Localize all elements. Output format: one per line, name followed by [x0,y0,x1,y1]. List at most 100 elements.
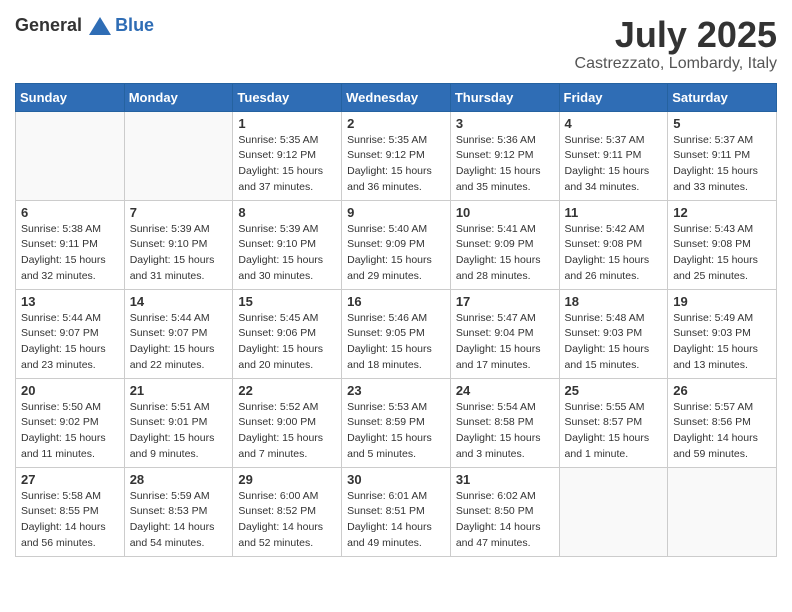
daylight-text: Daylight: 15 hours and 20 minutes. [238,343,323,371]
day-info: Sunrise: 5:57 AM Sunset: 8:56 PM Daylight:… [673,400,771,463]
sunrise-text: Sunrise: 5:43 AM [673,223,753,235]
day-info: Sunrise: 5:39 AMSunset: 9:10 PMDaylight:… [130,222,228,285]
sunset-text: Sunset: 9:06 PM [238,327,316,339]
sunrise-text: Sunrise: 6:01 AM [347,490,427,502]
table-cell: 13Sunrise: 5:44 AMSunset: 9:07 PMDayligh… [16,289,125,378]
daylight-text: Daylight: 14 hours and 56 minutes. [21,521,106,549]
day-number: 21 [130,383,228,398]
day-info: Sunrise: 5:46 AM Sunset: 9:05 PM Daylight:… [347,311,445,374]
sunset-text: Sunset: 9:11 PM [21,238,98,250]
sunrise-text: Sunrise: 5:49 AM [673,312,753,324]
sunset-text: Sunset: 9:07 PM [130,327,208,339]
sunrise-text: Sunrise: 6:00 AM [238,490,318,502]
sunset-text: Sunset: 9:12 PM [238,149,316,161]
sunrise-text: Sunrise: 5:46 AM [347,312,427,324]
logo-general: General [15,15,113,36]
table-cell: 2Sunrise: 5:35 AMSunset: 9:12 PMDaylight… [342,111,451,200]
sunset-text: Sunset: 9:05 PM [347,327,425,339]
day-info: Sunrise: 5:51 AMSunset: 9:01 PMDaylight:… [130,400,228,463]
col-friday: Friday [559,83,668,111]
sunrise-text: Sunrise: 5:41 AM [456,223,536,235]
table-cell: 17Sunrise: 5:47 AMSunset: 9:04 PMDayligh… [450,289,559,378]
day-info: Sunrise: 6:02 AMSunset: 8:50 PMDaylight:… [456,489,554,552]
table-cell: 11Sunrise: 5:42 AMSunset: 9:08 PMDayligh… [559,200,668,289]
col-monday: Monday [124,83,233,111]
table-cell: 1Sunrise: 5:35 AMSunset: 9:12 PMDaylight… [233,111,342,200]
table-cell: 10Sunrise: 5:41 AMSunset: 9:09 PMDayligh… [450,200,559,289]
table-cell: 28Sunrise: 5:59 AMSunset: 8:53 PMDayligh… [124,467,233,556]
daylight-text: Daylight: 15 hours and 25 minutes. [673,254,758,282]
day-number: 8 [238,205,336,220]
sunset-text: Sunset: 8:56 PM [673,416,751,428]
day-number: 29 [238,472,336,487]
day-info: Sunrise: 5:41 AMSunset: 9:09 PMDaylight:… [456,222,554,285]
day-info: Sunrise: 5:36 AMSunset: 9:12 PMDaylight:… [456,133,554,196]
sunrise-text: Sunrise: 5:57 AM [673,401,753,413]
daylight-text: Daylight: 14 hours and 52 minutes. [238,521,323,549]
table-cell: 15Sunrise: 5:45 AMSunset: 9:06 PMDayligh… [233,289,342,378]
day-info: Sunrise: 5:47 AMSunset: 9:04 PMDaylight:… [456,311,554,374]
table-cell: 31Sunrise: 6:02 AMSunset: 8:50 PMDayligh… [450,467,559,556]
table-cell: 3Sunrise: 5:36 AMSunset: 9:12 PMDaylight… [450,111,559,200]
sunset-text: Sunset: 9:12 PM [456,149,534,161]
daylight-text: Daylight: 15 hours and 30 minutes. [238,254,323,282]
day-info: Sunrise: 5:45 AMSunset: 9:06 PMDaylight:… [238,311,336,374]
week-row-1: 1Sunrise: 5:35 AMSunset: 9:12 PMDaylight… [16,111,777,200]
table-cell [124,111,233,200]
day-info: Sunrise: 5:54 AMSunset: 8:58 PMDaylight:… [456,400,554,463]
day-info: Sunrise: 6:00 AMSunset: 8:52 PMDaylight:… [238,489,336,552]
table-cell [559,467,668,556]
day-info: Sunrise: 5:40 AMSunset: 9:09 PMDaylight:… [347,222,445,285]
day-info: Sunrise: 5:50 AMSunset: 9:02 PMDaylight:… [21,400,119,463]
table-cell: 5Sunrise: 5:37 AMSunset: 9:11 PMDaylight… [668,111,777,200]
daylight-text: Daylight: 15 hours and 18 minutes. [347,343,432,371]
day-number: 6 [21,205,119,220]
daylight-text: Daylight: 15 hours and 9 minutes. [130,432,215,460]
day-number: 12 [673,205,771,220]
day-info: Sunrise: 5:38 AM Sunset: 9:11 PM Daylight:… [21,222,119,285]
sunrise-text: Sunrise: 5:39 AM [238,223,318,235]
day-info: Sunrise: 5:49 AMSunset: 9:03 PMDaylight:… [673,311,771,374]
day-number: 4 [565,116,663,131]
daylight-text: Daylight: 15 hours and 5 minutes. [347,432,432,460]
daylight-text: Daylight: 15 hours and 13 minutes. [673,343,758,371]
table-cell [668,467,777,556]
sunrise-text: Sunrise: 6:02 AM [456,490,536,502]
day-number: 25 [565,383,663,398]
daylight-text: Daylight: 15 hours and 32 minutes. [21,254,106,282]
calendar-table: Sunday Monday Tuesday Wednesday Thursday… [15,83,777,557]
sunset-text: Sunset: 8:57 PM [565,416,643,428]
sunset-text: Sunset: 8:59 PM [347,416,425,428]
table-cell: 25Sunrise: 5:55 AMSunset: 8:57 PMDayligh… [559,378,668,467]
daylight-text: Daylight: 14 hours and 47 minutes. [456,521,541,549]
daylight-text: Daylight: 14 hours and 59 minutes. [673,432,758,460]
sunrise-text: Sunrise: 5:38 AM [21,223,101,235]
table-cell [16,111,125,200]
day-number: 22 [238,383,336,398]
sunset-text: Sunset: 8:55 PM [21,505,99,517]
sunrise-text: Sunrise: 5:58 AM [21,490,101,502]
sunset-text: Sunset: 9:10 PM [238,238,316,250]
calendar-header-row: Sunday Monday Tuesday Wednesday Thursday… [16,83,777,111]
sunset-text: Sunset: 9:11 PM [565,149,642,161]
col-wednesday: Wednesday [342,83,451,111]
daylight-text: Daylight: 15 hours and 33 minutes. [673,165,758,193]
table-cell: 6 Sunrise: 5:38 AM Sunset: 9:11 PM Daylight… [16,200,125,289]
col-tuesday: Tuesday [233,83,342,111]
sunrise-text: Sunrise: 5:44 AM [130,312,210,324]
sunrise-text: Sunrise: 5:52 AM [238,401,318,413]
table-cell: 23Sunrise: 5:53 AMSunset: 8:59 PMDayligh… [342,378,451,467]
table-cell: 8 Sunrise: 5:39 AM Sunset: 9:10 PM Daylight… [233,200,342,289]
day-number: 16 [347,294,445,309]
sunrise-text: Sunrise: 5:48 AM [565,312,645,324]
day-number: 1 [238,116,336,131]
sunset-text: Sunset: 9:00 PM [238,416,316,428]
daylight-text: Daylight: 15 hours and 11 minutes. [21,432,106,460]
day-info: Sunrise: 5:37 AMSunset: 9:11 PMDaylight:… [565,133,663,196]
sunrise-text: Sunrise: 5:54 AM [456,401,536,413]
day-number: 24 [456,383,554,398]
daylight-text: Daylight: 15 hours and 15 minutes. [565,343,650,371]
sunset-text: Sunset: 9:07 PM [21,327,99,339]
daylight-text: Daylight: 15 hours and 28 minutes. [456,254,541,282]
day-number: 19 [673,294,771,309]
